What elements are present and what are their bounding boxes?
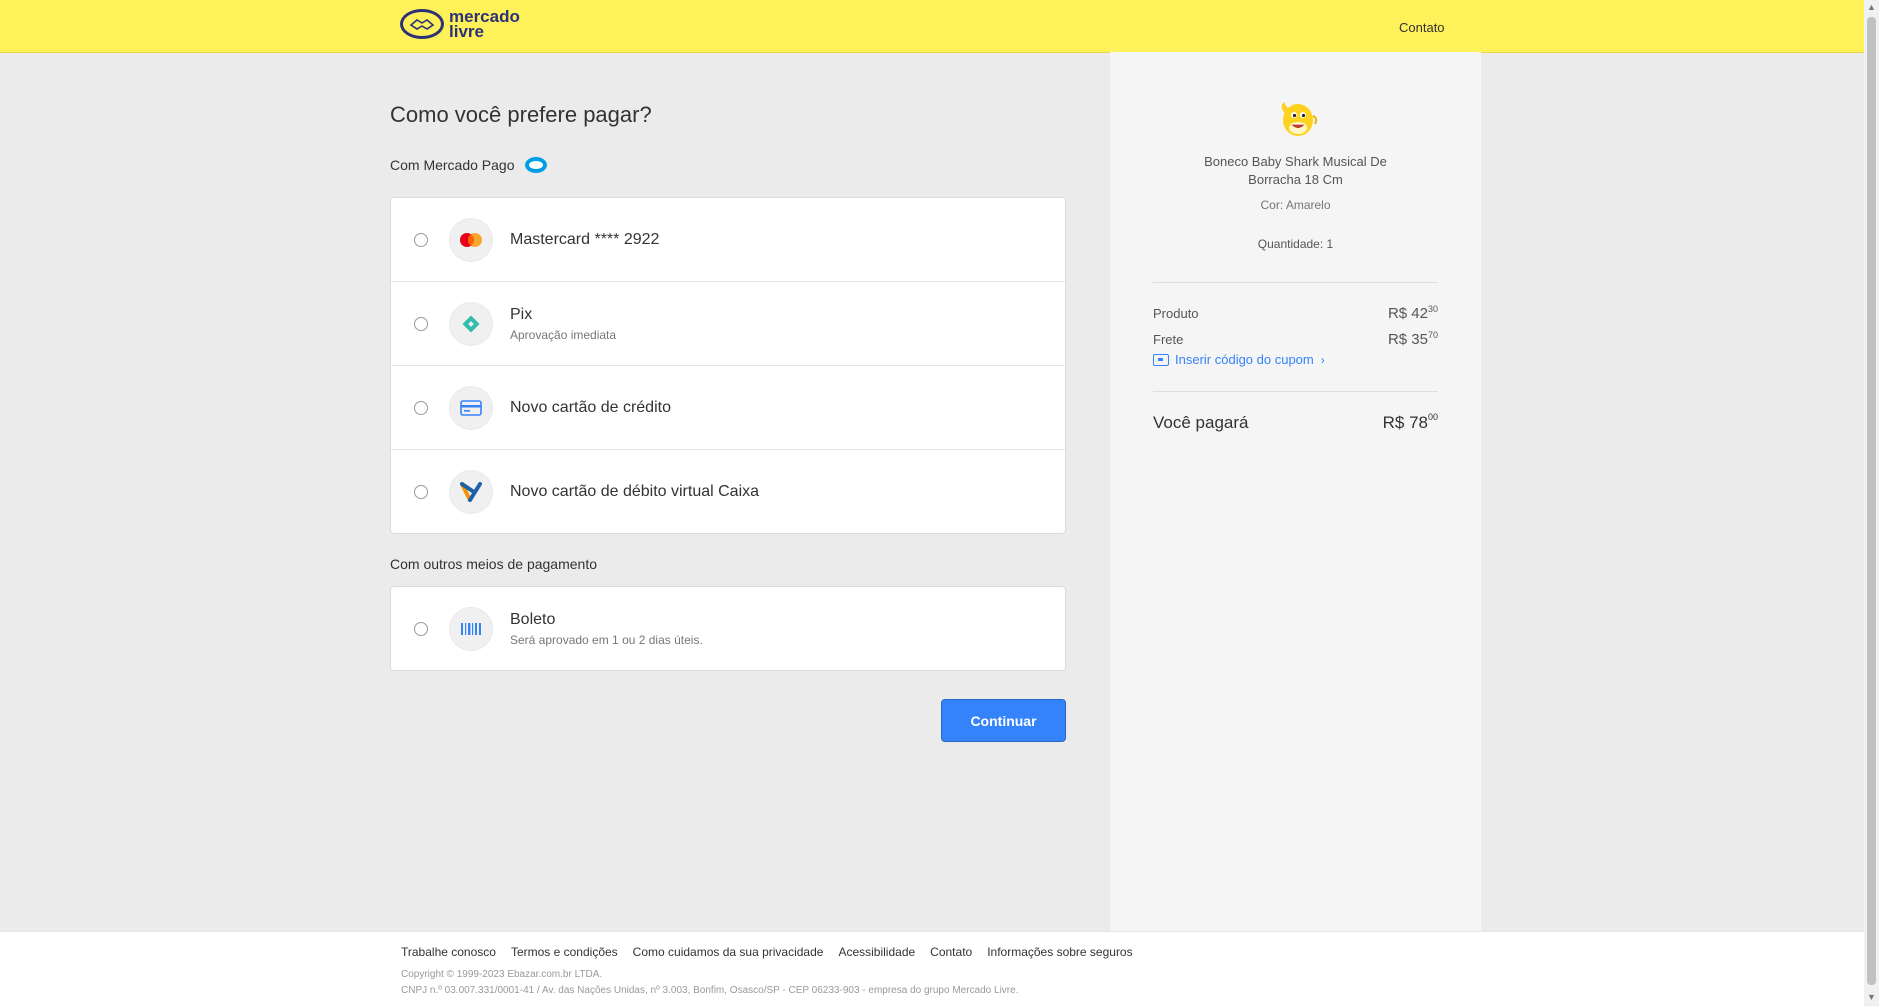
coupon-link[interactable]: Inserir código do cupom › [1153, 352, 1325, 367]
header: mercado livre Contato [0, 0, 1864, 53]
mp-methods-list: Mastercard **** 2922 Pix Aprovação imedi… [390, 197, 1066, 534]
payment-option-subtitle: Será aprovado em 1 ou 2 dias úteis. [510, 632, 703, 647]
section-mercado-pago-label: Com Mercado Pago [390, 157, 547, 173]
summary-shipping-line: Frete R$ 3570 [1153, 330, 1438, 348]
handshake-icon [400, 9, 444, 39]
payment-option-subtitle: Aprovação imediata [510, 327, 617, 342]
caixa-icon [449, 469, 493, 514]
payment-option-new-credit-card[interactable]: Novo cartão de crédito [391, 366, 1065, 450]
mercado-livre-logo[interactable]: mercado livre [400, 8, 520, 41]
section-other-text: Com outros meios de pagamento [390, 556, 597, 572]
summary-total-line: Você pagará R$ 7800 [1153, 412, 1438, 433]
other-methods-list: Boleto Será aprovado em 1 ou 2 dias útei… [390, 586, 1066, 671]
product-price: R$ 4230 [1387, 304, 1438, 322]
scroll-up-arrow-icon[interactable]: ▲ [1864, 0, 1879, 15]
radio-boleto[interactable] [414, 621, 428, 636]
total-label: Você pagará [1153, 413, 1249, 432]
product-name: Boneco Baby Shark Musical De Borracha 18… [1204, 154, 1387, 187]
mastercard-icon [449, 217, 493, 262]
summary-product-line: Produto R$ 4230 [1153, 304, 1438, 322]
pix-icon [449, 301, 493, 346]
header-contact-link[interactable]: Contato [1399, 20, 1445, 35]
total-price: R$ 7800 [1382, 412, 1438, 432]
scrollbar-thumb[interactable] [1867, 17, 1876, 985]
product-quantity: Quantidade: 1 [1257, 237, 1334, 251]
payment-option-title: Pix [510, 305, 533, 323]
footer-link-terms[interactable]: Termos e condições [511, 945, 618, 959]
ticket-icon [1153, 353, 1169, 366]
footer-links: Trabalhe conosco Termos e condições Como… [401, 945, 1148, 959]
payment-option-boleto[interactable]: Boleto Será aprovado em 1 ou 2 dias útei… [391, 587, 1065, 670]
radio-new-credit-card[interactable] [414, 400, 428, 415]
footer-link-insurance[interactable]: Informações sobre seguros [987, 945, 1132, 959]
footer-link-privacy[interactable]: Como cuidamos da sua privacidade [633, 945, 824, 959]
order-summary: Boneco Baby Shark Musical De Borracha 18… [1110, 52, 1481, 931]
summary-divider [1153, 282, 1438, 283]
payment-option-title: Boleto [510, 610, 556, 628]
scroll-down-arrow-icon[interactable]: ▼ [1864, 990, 1879, 1005]
summary-divider [1153, 391, 1438, 392]
footer-link-accessibility[interactable]: Acessibilidade [838, 945, 915, 959]
payment-option-title: Novo cartão de crédito [510, 398, 671, 416]
continue-button[interactable]: Continuar [941, 699, 1066, 742]
payment-option-caixa-debit[interactable]: Novo cartão de débito virtual Caixa [391, 450, 1065, 533]
page-scrollbar[interactable]: ▲ ▼ [1864, 0, 1879, 1005]
radio-pix[interactable] [414, 316, 428, 331]
logo-text: mercado livre [449, 8, 520, 41]
product-image [1275, 96, 1319, 140]
product-color: Cor: Amarelo [1260, 198, 1331, 212]
payment-option-pix[interactable]: Pix Aprovação imediata [391, 282, 1065, 366]
mercado-pago-icon [524, 157, 547, 173]
radio-caixa-debit[interactable] [414, 484, 428, 499]
radio-mastercard[interactable] [414, 232, 428, 247]
shipping-price-label: Frete [1153, 332, 1184, 347]
shipping-price: R$ 3570 [1387, 330, 1438, 348]
company-address: CNPJ n.º 03.007.331/0001-41 / Av. das Na… [401, 985, 1019, 996]
copyright-text: Copyright © 1999-2023 Ebazar.com.br LTDA… [401, 969, 603, 980]
coupon-link-label: Inserir código do cupom [1175, 352, 1314, 367]
product-price-label: Produto [1153, 306, 1199, 321]
footer-link-contact[interactable]: Contato [930, 945, 972, 959]
credit-card-icon [449, 385, 493, 430]
payment-option-mastercard[interactable]: Mastercard **** 2922 [391, 198, 1065, 282]
section-mp-text: Com Mercado Pago [390, 157, 515, 173]
chevron-right-icon: › [1320, 352, 1325, 367]
payment-option-title: Novo cartão de débito virtual Caixa [510, 482, 760, 500]
footer: Trabalhe conosco Termos e condições Como… [0, 931, 1864, 1006]
payment-option-title: Mastercard **** 2922 [510, 230, 660, 248]
page-title: Como você prefere pagar? [390, 102, 652, 127]
section-other-methods-label: Com outros meios de pagamento [390, 556, 597, 572]
logo-line2: livre [449, 22, 484, 41]
footer-link-careers[interactable]: Trabalhe conosco [401, 945, 496, 959]
barcode-icon [449, 606, 493, 651]
